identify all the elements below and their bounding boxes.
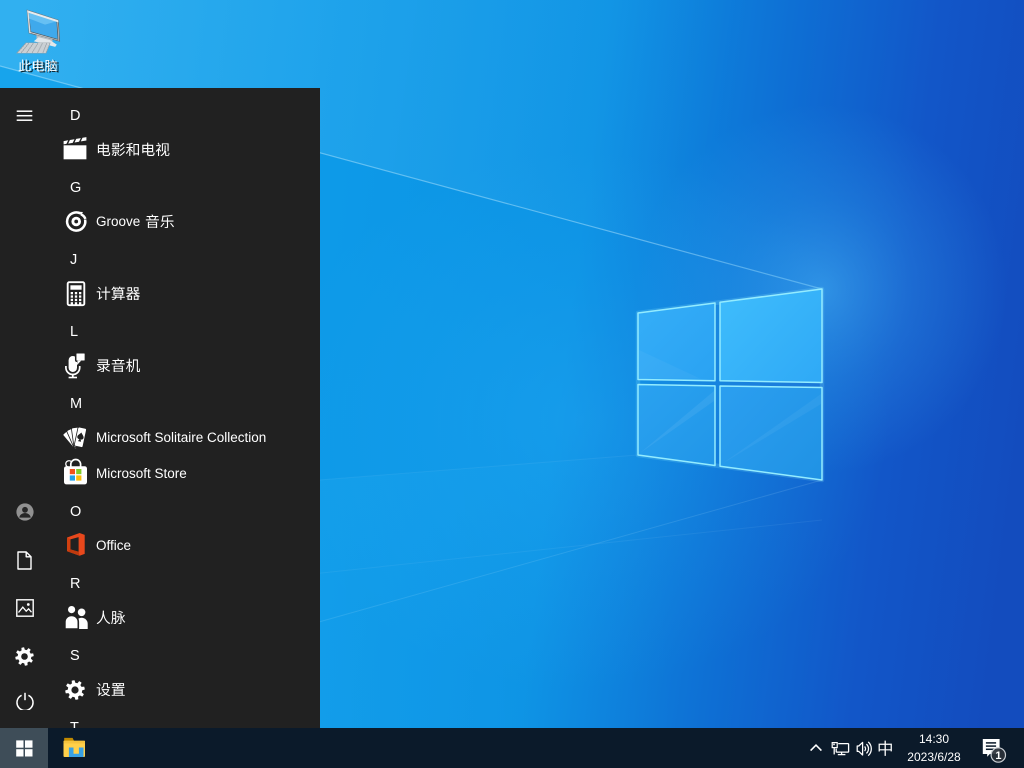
svg-text:1: 1 <box>995 750 1001 762</box>
